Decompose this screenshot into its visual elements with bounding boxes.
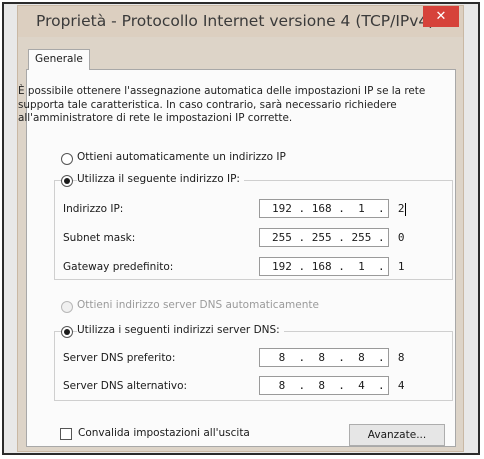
preferred-dns-input[interactable]: 8 . 8 . 8 . 8 xyxy=(259,348,404,367)
ip-address-value: 192 . 168 . 1 . 2 xyxy=(272,202,405,215)
subnet-mask-label: Subnet mask: xyxy=(63,232,136,244)
validate-checkbox-label[interactable]: Convalida impostazioni all'uscita xyxy=(78,427,250,439)
alternate-dns-input[interactable]: 8 . 8 . 4 . 4 xyxy=(259,376,404,395)
close-icon: ✕ xyxy=(435,9,447,24)
radio-manual-dns[interactable] xyxy=(61,326,73,338)
gateway-input[interactable]: 192 . 168 . 1 . 1 xyxy=(259,257,404,276)
validate-checkbox[interactable] xyxy=(60,428,72,440)
alternate-dns-label: Server DNS alternativo: xyxy=(63,380,188,392)
title-bar[interactable]: Proprietà - Protocollo Internet versione… xyxy=(18,6,463,37)
window-title: Proprietà - Protocollo Internet versione… xyxy=(36,12,435,30)
preferred-dns-value: 8 . 8 . 8 . 8 xyxy=(272,351,405,364)
tab-generale[interactable]: Generale xyxy=(28,49,90,70)
close-button[interactable]: ✕ xyxy=(423,6,459,27)
radio-auto-ip-label[interactable]: Ottieni automaticamente un indirizzo IP xyxy=(77,151,286,163)
preferred-dns-label: Server DNS preferito: xyxy=(63,352,176,364)
radio-manual-ip-label[interactable]: Utilizza il seguente indirizzo IP: xyxy=(77,173,244,185)
radio-auto-dns-label[interactable]: Ottieni indirizzo server DNS automaticam… xyxy=(77,299,319,311)
radio-auto-ip[interactable] xyxy=(61,153,73,165)
radio-manual-ip[interactable] xyxy=(61,175,73,187)
text-caret xyxy=(405,202,407,216)
description-text: È possibile ottenere l'assegnazione auto… xyxy=(18,85,426,124)
radio-auto-dns[interactable] xyxy=(61,301,73,313)
subnet-mask-input[interactable]: 255 . 255 . 255 . 0 xyxy=(259,228,404,247)
radio-manual-dns-label[interactable]: Utilizza i seguenti indirizzi server DNS… xyxy=(77,324,284,336)
ip-address-label: Indirizzo IP: xyxy=(63,203,124,215)
subnet-mask-value: 255 . 255 . 255 . 0 xyxy=(272,231,405,244)
alternate-dns-value: 8 . 8 . 4 . 4 xyxy=(272,379,405,392)
ip-address-input[interactable]: 192 . 168 . 1 . 2 xyxy=(259,199,407,218)
advanced-button[interactable]: Avanzate... xyxy=(349,424,445,446)
gateway-value: 192 . 168 . 1 . 1 xyxy=(272,260,405,273)
gateway-label: Gateway predefinito: xyxy=(63,261,174,273)
